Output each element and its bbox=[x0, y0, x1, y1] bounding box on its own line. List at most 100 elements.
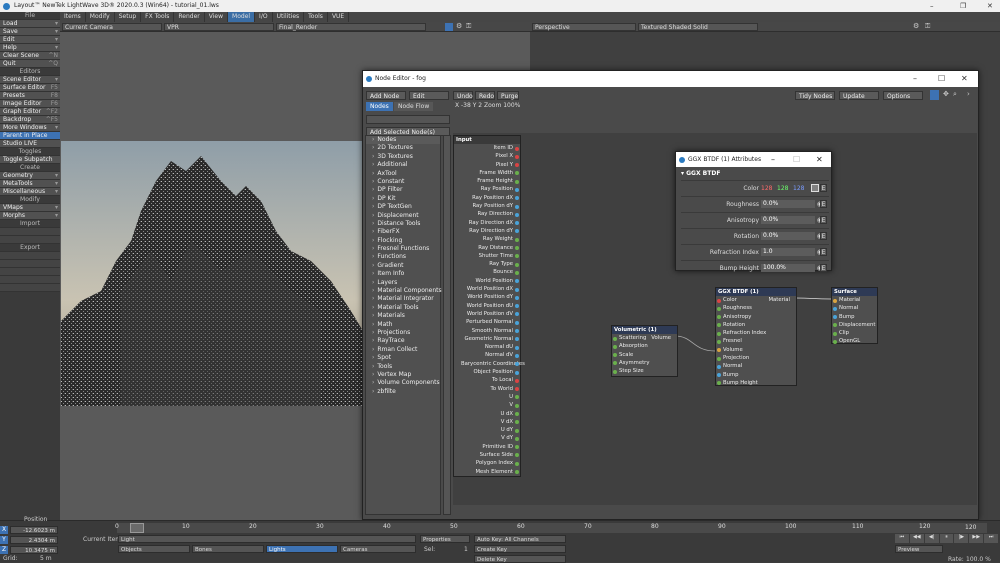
input-port[interactable]: World Position dX bbox=[454, 285, 520, 293]
input-port[interactable]: Surface Side bbox=[454, 451, 520, 459]
envelope-button[interactable]: E bbox=[820, 184, 827, 192]
input-port[interactable]: Item ID bbox=[454, 144, 520, 152]
menu-fx-tools[interactable]: FX Tools bbox=[141, 12, 175, 22]
output-socket-icon[interactable] bbox=[515, 412, 519, 416]
node-category-item[interactable]: Projections bbox=[366, 329, 440, 337]
input-port[interactable]: Barycentric Coordinates bbox=[454, 360, 525, 368]
viewport-settings-icon[interactable] bbox=[445, 23, 453, 31]
input-socket-icon[interactable] bbox=[613, 369, 617, 374]
ggx_node-port[interactable]: Volume bbox=[716, 346, 796, 354]
node-category-item[interactable]: 2D Textures bbox=[366, 144, 440, 152]
node-search-input[interactable] bbox=[366, 115, 450, 124]
surface_node-port[interactable]: Displacement bbox=[832, 321, 877, 329]
options-button[interactable]: Options bbox=[883, 91, 923, 100]
node-category-item[interactable]: Constant bbox=[366, 178, 440, 186]
output-socket-icon[interactable] bbox=[515, 279, 519, 284]
volumetric_node-port[interactable]: Absorption bbox=[612, 342, 677, 350]
input-port[interactable]: World Position dV bbox=[454, 310, 520, 318]
ggx-btdf-node[interactable]: GGX BTDF (1) Material Color Roughness Anis… bbox=[715, 287, 797, 386]
pause-icon[interactable]: ⏸ bbox=[939, 534, 954, 543]
input-socket-icon[interactable] bbox=[717, 298, 721, 303]
ggx_node-port[interactable]: Color bbox=[716, 296, 796, 304]
output-socket-icon[interactable] bbox=[515, 196, 519, 201]
input-port[interactable]: U bbox=[454, 393, 520, 401]
first-frame-icon[interactable]: ⏮ bbox=[895, 534, 909, 543]
input-port[interactable]: Frame Width bbox=[454, 169, 520, 177]
surface-node[interactable]: Surface Material Normal Bump Displacement Cl… bbox=[831, 287, 878, 344]
ggx_node-port[interactable]: Projection bbox=[716, 354, 796, 362]
surface_node-port[interactable]: Bump bbox=[832, 313, 877, 321]
output-socket-icon[interactable] bbox=[515, 436, 519, 441]
sidebar-item-scene-editor[interactable]: Scene Editor ▾ bbox=[0, 76, 60, 84]
position-z-field[interactable]: 10.3475 m bbox=[10, 546, 58, 554]
auto-key-select[interactable]: Auto Key: All Channels bbox=[474, 535, 566, 543]
input-socket-icon[interactable] bbox=[833, 298, 837, 303]
viewport-right-lock-icon[interactable]: ⚿ bbox=[925, 22, 930, 31]
output-socket-icon[interactable] bbox=[515, 287, 519, 292]
attribute-value-field[interactable]: 0.0% bbox=[761, 216, 815, 224]
input-socket-icon[interactable] bbox=[717, 356, 721, 361]
timeline-slider[interactable] bbox=[130, 523, 144, 533]
input-socket-icon[interactable] bbox=[613, 336, 617, 341]
output-socket-icon[interactable] bbox=[515, 237, 519, 242]
edit-button[interactable]: Edit bbox=[409, 91, 449, 100]
output-socket-icon[interactable] bbox=[515, 403, 519, 408]
undo-button[interactable]: Undo bbox=[453, 91, 473, 100]
position-y-field[interactable]: 2.4304 m bbox=[10, 536, 58, 544]
volumetric_node-port[interactable]: Asymmetry bbox=[612, 359, 677, 367]
input-port[interactable]: Primitive ID bbox=[454, 443, 520, 451]
output-socket-icon[interactable] bbox=[515, 337, 519, 342]
input-socket-icon[interactable] bbox=[717, 315, 721, 320]
output-socket-icon[interactable] bbox=[515, 420, 519, 425]
sidebar-item-miscellaneous[interactable]: Miscellaneous ▾ bbox=[0, 188, 60, 196]
volumetric-node[interactable]: Volumetric (1) Volume Scattering Absorpti… bbox=[611, 325, 678, 377]
input-port[interactable]: Shutter Time bbox=[454, 252, 520, 260]
input-port[interactable]: Normal dU bbox=[454, 343, 520, 351]
add-node-button[interactable]: Add Node bbox=[366, 91, 406, 100]
create-key-button[interactable]: Create Key bbox=[474, 545, 566, 553]
node-editor-pin-icon[interactable] bbox=[930, 90, 939, 100]
surface_node-port[interactable]: OpenGL bbox=[832, 337, 877, 345]
output-socket-icon[interactable] bbox=[515, 453, 519, 458]
input-socket-icon[interactable] bbox=[833, 306, 837, 311]
output-socket-icon[interactable] bbox=[515, 320, 519, 325]
input-port[interactable]: Perturbed Normal bbox=[454, 318, 520, 326]
input-port[interactable]: Smooth Normal bbox=[454, 327, 520, 335]
ggx_node-port[interactable]: Roughness bbox=[716, 304, 796, 312]
output-socket-icon[interactable] bbox=[515, 470, 519, 475]
sidebar-item-help[interactable]: Help ▾ bbox=[0, 44, 60, 52]
input-socket-icon[interactable] bbox=[833, 323, 837, 328]
input-port[interactable]: Ray Distance bbox=[454, 244, 520, 252]
node-category-item[interactable]: FiberFX bbox=[366, 228, 440, 236]
sidebar-item-metatools[interactable]: MetaTools ▾ bbox=[0, 180, 60, 188]
input-socket-icon[interactable] bbox=[833, 331, 837, 336]
input-port[interactable]: Mesh Element bbox=[454, 468, 520, 476]
input-port[interactable]: Ray Direction bbox=[454, 210, 520, 218]
sidebar-item-presets[interactable]: Presets F8 bbox=[0, 92, 60, 100]
node-list-scrollbar[interactable] bbox=[443, 135, 451, 515]
node-category-item[interactable]: Vertex Map bbox=[366, 371, 440, 379]
output-socket-icon[interactable] bbox=[515, 304, 519, 309]
node-category-item[interactable]: Volume Components bbox=[366, 379, 440, 387]
output-socket-icon[interactable] bbox=[515, 246, 519, 251]
output-socket-icon[interactable] bbox=[515, 353, 519, 358]
node-editor-hand-icon[interactable]: ✥ bbox=[943, 90, 949, 98]
input-port[interactable]: U dX bbox=[454, 410, 520, 418]
attribute-value-field[interactable]: 1.0 bbox=[761, 248, 815, 256]
node-category-item[interactable]: AxTool bbox=[366, 170, 440, 178]
sidebar-item-backdrop[interactable]: Backdrop ^F5 bbox=[0, 116, 60, 124]
input-port[interactable]: World Position dU bbox=[454, 302, 520, 310]
ggx_node-port[interactable]: Fresnel bbox=[716, 337, 796, 345]
ggx_node-port[interactable]: Bump Height bbox=[716, 379, 796, 387]
vpr-select[interactable]: VPR bbox=[164, 23, 274, 31]
menu-utilities[interactable]: Utilities bbox=[273, 12, 305, 22]
node-category-item[interactable]: Spot bbox=[366, 354, 440, 362]
node-category-item[interactable]: Displacement bbox=[366, 212, 440, 220]
input-port[interactable]: Ray Direction dY bbox=[454, 227, 520, 235]
input-socket-icon[interactable] bbox=[717, 306, 721, 311]
input-port[interactable]: Ray Type bbox=[454, 260, 520, 268]
menu-render[interactable]: Render bbox=[174, 12, 205, 22]
purge-button[interactable]: Purge bbox=[497, 91, 519, 100]
node-category-item[interactable]: Additional bbox=[366, 161, 440, 169]
input-socket-icon[interactable] bbox=[613, 344, 617, 349]
